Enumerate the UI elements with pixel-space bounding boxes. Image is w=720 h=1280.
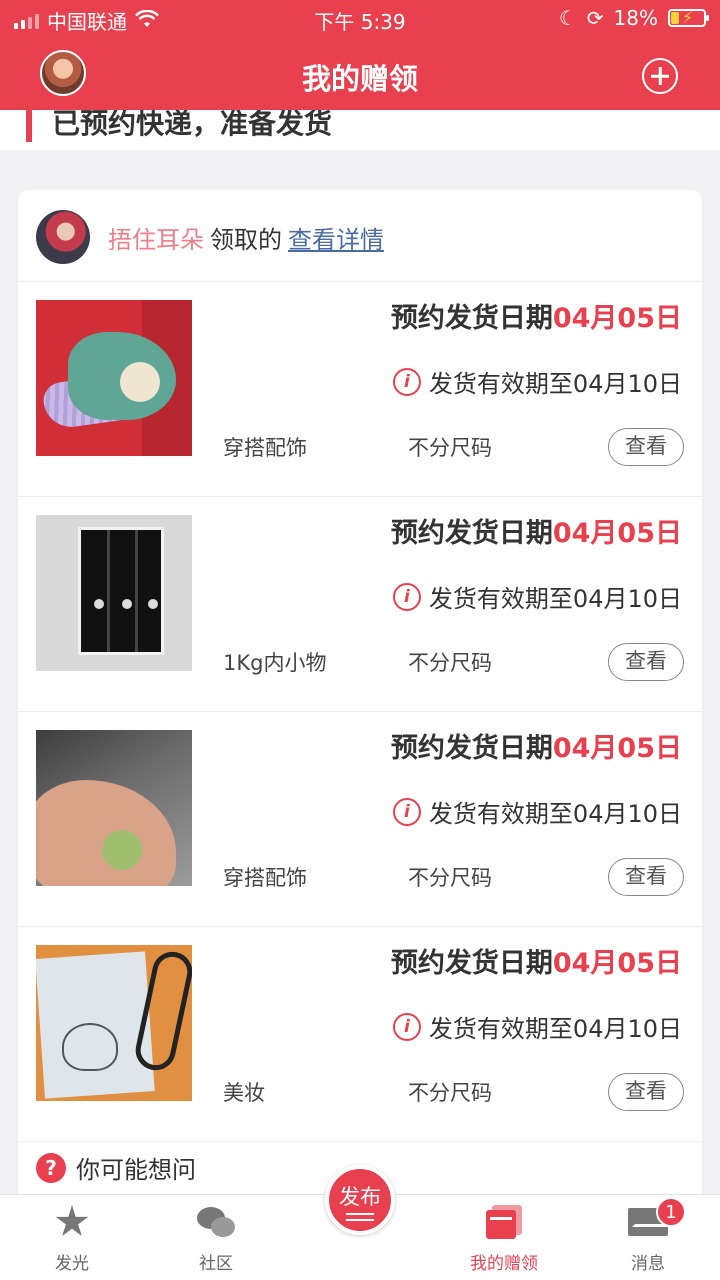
item-size: 不分尺码 [408, 1081, 492, 1105]
tab-label: 发光 [55, 1254, 89, 1274]
item-category: 穿搭配饰 [223, 866, 307, 890]
item-category: 美妆 [223, 1081, 265, 1105]
tab-my-gifts[interactable]: 我的赠领 [432, 1195, 576, 1280]
item-category: 1Kg内小物 [223, 651, 327, 675]
battery-icon: ⚡ [668, 8, 709, 27]
info-icon[interactable]: i [392, 367, 421, 396]
add-button[interactable] [642, 58, 678, 94]
tab-label: 我的赠领 [470, 1254, 538, 1274]
view-button[interactable]: 查看 [608, 1073, 684, 1111]
validity-row: i 发货有效期至04月10日 [392, 364, 682, 399]
section-heading-text: 已预约快递，准备发货 [52, 110, 333, 140]
publish-label: 发布 [339, 1185, 381, 1209]
ship-date-label: 预约发货日期 [390, 518, 553, 549]
validity-text: 发货有效期至04月10日 [428, 1015, 682, 1043]
item-photo[interactable] [36, 730, 192, 886]
claimer-name[interactable]: 捂住耳朵 [108, 226, 204, 254]
tab-messages[interactable]: 消息 1 [576, 1195, 720, 1280]
claim-action-text: 领取的 [210, 226, 282, 254]
claim-card: 捂住耳朵 领取的 查看详情 预约发货日期04月05日 i 发货有效期至04月10日 穿… [18, 190, 702, 1210]
moon-icon: ☾ [558, 6, 577, 30]
validity-row: i 发货有效期至04月10日 [392, 1009, 682, 1044]
ship-date-value: 04月05日 [552, 733, 682, 764]
section-heading: 已预约快递，准备发货 [0, 110, 720, 150]
view-button[interactable]: 查看 [608, 428, 684, 466]
tab-label: 消息 [631, 1254, 665, 1274]
ship-date-value: 04月05日 [552, 948, 682, 979]
ship-date: 预约发货日期04月05日 [391, 511, 682, 550]
item-size: 不分尺码 [408, 866, 492, 890]
claim-item[interactable]: 预约发货日期04月05日 i 发货有效期至04月10日 穿搭配饰 不分尺码 查看 [18, 712, 702, 927]
view-button[interactable]: 查看 [608, 858, 684, 896]
ship-date-value: 04月05日 [552, 518, 682, 549]
info-icon[interactable]: i [392, 1012, 421, 1041]
publish-icon [346, 1213, 374, 1221]
bottom-tab-bar: 发光 社区 发布 我的赠领 消息 1 [0, 1165, 720, 1280]
claim-item[interactable]: 预约发货日期04月05日 i 发货有效期至04月10日 穿搭配饰 不分尺码 查看 [18, 282, 702, 497]
validity-text: 发货有效期至04月10日 [428, 800, 682, 828]
ship-date: 预约发货日期04月05日 [391, 296, 682, 335]
item-photo[interactable] [36, 945, 192, 1101]
info-icon[interactable]: i [392, 797, 421, 826]
claim-header: 捂住耳朵 领取的 查看详情 [18, 190, 702, 282]
page-title: 我的赠领 [301, 62, 418, 96]
validity-text: 发货有效期至04月10日 [428, 585, 682, 613]
item-size: 不分尺码 [408, 436, 492, 460]
battery-percent: 18% [613, 6, 658, 30]
ship-date-label: 预约发货日期 [390, 948, 553, 979]
tab-label: 社区 [199, 1254, 233, 1274]
chat-bubbles-icon [197, 1207, 235, 1237]
star-icon [55, 1205, 89, 1236]
tab-glow[interactable]: 发光 [0, 1195, 144, 1280]
item-category: 穿搭配饰 [223, 436, 307, 460]
question-icon: ? [36, 1152, 66, 1183]
unread-badge: 1 [656, 1197, 686, 1227]
claimer-avatar[interactable] [36, 210, 90, 264]
item-size: 不分尺码 [408, 651, 492, 675]
ship-date-label: 预约发货日期 [390, 733, 553, 764]
gift-box-icon [486, 1205, 522, 1239]
claim-item[interactable]: 预约发货日期04月05日 i 发货有效期至04月10日 1Kg内小物 不分尺码 查… [18, 497, 702, 712]
section-accent-bar [26, 110, 32, 142]
top-bar: 中国联通 下午 5:39 ☾ ⟳ 18% ⚡ 我的赠领 [0, 0, 720, 110]
validity-row: i 发货有效期至04月10日 [392, 794, 682, 829]
info-icon[interactable]: i [392, 582, 421, 611]
ship-date-value: 04月05日 [552, 303, 682, 334]
ship-date: 预约发货日期04月05日 [391, 726, 682, 765]
ship-date: 预约发货日期04月05日 [391, 941, 682, 980]
view-button[interactable]: 查看 [608, 643, 684, 681]
publish-button[interactable]: 发布 [325, 1165, 395, 1235]
rotation-lock-icon: ⟳ [586, 6, 604, 30]
faq-label: 你可能想问 [76, 1156, 196, 1184]
item-photo[interactable] [36, 515, 192, 671]
faq-link[interactable]: ? 你可能想问 [36, 1150, 196, 1185]
view-details-link[interactable]: 查看详情 [288, 226, 384, 254]
status-bar: 中国联通 下午 5:39 ☾ ⟳ 18% ⚡ [0, 0, 720, 36]
validity-text: 发货有效期至04月10日 [428, 370, 682, 398]
item-photo[interactable] [36, 300, 192, 456]
validity-row: i 发货有效期至04月10日 [392, 579, 682, 614]
claim-item[interactable]: 预约发货日期04月05日 i 发货有效期至04月10日 美妆 不分尺码 查看 [18, 927, 702, 1142]
tab-community[interactable]: 社区 [144, 1195, 288, 1280]
ship-date-label: 预约发货日期 [390, 303, 553, 334]
